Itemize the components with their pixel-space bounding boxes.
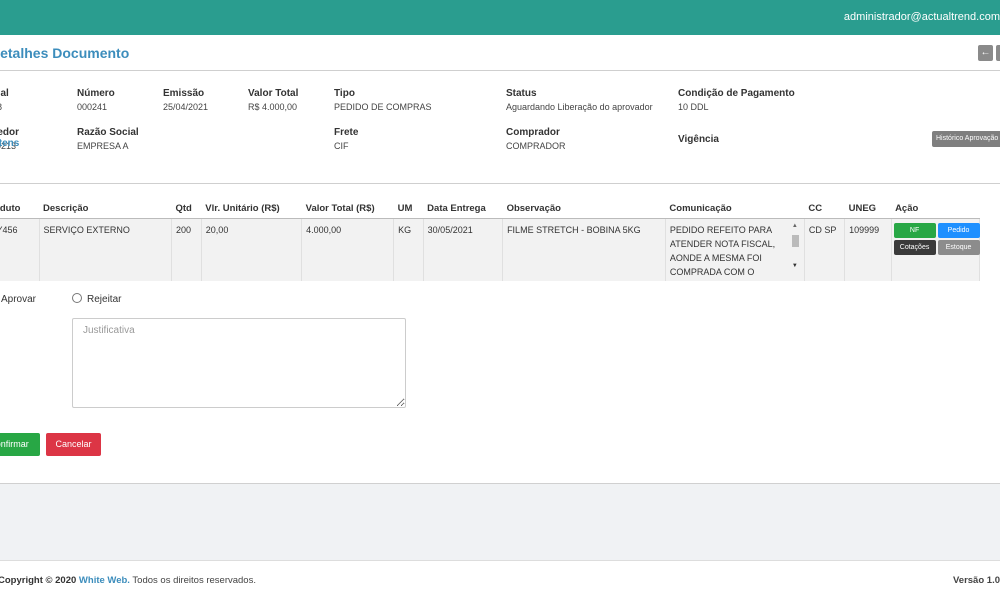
- tipo-value: PEDIDO DE COMPRAS: [334, 102, 432, 112]
- estoque-button[interactable]: Estoque: [937, 240, 980, 255]
- rejeitar-label: Rejeitar: [87, 294, 122, 305]
- aprovar-label: Aprovar: [1, 294, 37, 305]
- col-header-data-entrega: Data Entrega: [423, 198, 503, 219]
- comunicacao-text: PEDIDO REFEITO PARA ATENDER NOTA FISCAL,…: [669, 225, 776, 275]
- fornecedor-label: Fornecedor: [0, 127, 20, 138]
- numero-value: 000241: [77, 102, 108, 112]
- col-header-observacao: Observação: [502, 198, 666, 219]
- cell-valor-total: 4.000,00: [301, 218, 395, 281]
- comprador-label: Comprador: [506, 127, 560, 138]
- col-header-valor-total: Valor Total (R$): [301, 198, 394, 219]
- cell-vlr-unitario: 20,00: [201, 218, 303, 281]
- copyright-prefix: Copyright © 2020: [0, 575, 77, 586]
- valor-total-label: Valor Total: [248, 88, 299, 99]
- condicao-pagamento-value: 10 DDL: [678, 102, 709, 112]
- frete-label: Frete: [334, 127, 359, 138]
- pedido-button[interactable]: Pedido: [937, 223, 980, 238]
- vigencia-label: Vigência: [678, 134, 719, 145]
- arrow-left-icon: ←: [980, 47, 991, 58]
- cell-uneg: 109999: [844, 218, 892, 281]
- confirmar-button[interactable]: Confirmar: [0, 433, 40, 456]
- cancelar-button[interactable]: Cancelar: [46, 433, 101, 456]
- table-row: QTY456 SERVIÇO EXTERNO 200 20,00 4.000,0…: [0, 218, 981, 281]
- refresh-button[interactable]: ↻: [996, 45, 1000, 61]
- cell-data-entrega: 30/05/2021: [423, 218, 504, 281]
- filial-label: Filial: [0, 88, 9, 99]
- cell-acao: NF Pedido Cotações Estoque: [891, 218, 981, 281]
- user-email[interactable]: administrador@actualtrend.com: [844, 11, 1000, 23]
- cell-comunicacao[interactable]: PEDIDO REFEITO PARA ATENDER NOTA FISCAL,…: [665, 218, 805, 281]
- brand-link[interactable]: White Web.: [79, 575, 130, 586]
- rejeitar-radio[interactable]: Rejeitar: [72, 293, 121, 305]
- razao-social-value: EMPRESA A: [77, 141, 129, 151]
- scroll-down-icon[interactable]: ▼: [792, 263, 798, 269]
- rights-text: Todos os direitos reservados.: [132, 575, 256, 586]
- cell-um: KG: [393, 218, 424, 281]
- cell-qtd: 200: [171, 218, 202, 281]
- cotacoes-button[interactable]: Cotações: [893, 240, 936, 255]
- col-header-cc: CC: [804, 198, 845, 219]
- cell-descricao: SERVIÇO EXTERNO: [39, 218, 172, 281]
- divider: [0, 183, 1000, 184]
- justificativa-textarea[interactable]: [72, 318, 406, 408]
- cell-cc: CD SP: [804, 218, 846, 281]
- scroll-thumb[interactable]: [791, 235, 799, 247]
- status-label: Status: [506, 88, 537, 99]
- col-header-comunicacao: Comunicação: [665, 198, 805, 219]
- historico-aprovacao-button[interactable]: Histórico Aprovação: [932, 131, 1000, 147]
- aprovar-radio[interactable]: Aprovar: [0, 293, 36, 305]
- valor-total-value: R$ 4.000,00: [248, 102, 298, 112]
- razao-social-label: Razão Social: [77, 127, 139, 138]
- numero-label: Número: [77, 88, 115, 99]
- radio-circle[interactable]: [72, 293, 82, 303]
- divider: [0, 70, 1000, 71]
- col-header-qtd: Qtd: [171, 198, 202, 219]
- copyright-text: Copyright © 2020 White Web. Todos os dir…: [0, 575, 256, 586]
- itens-section-title: Itens: [0, 138, 20, 149]
- scroll-up-icon[interactable]: ▲: [792, 223, 798, 229]
- frete-value: CIF: [334, 141, 349, 151]
- filial-value: 08: [0, 102, 2, 112]
- col-header-uneg: UNEG: [844, 198, 892, 219]
- col-header-um: UM: [393, 198, 424, 219]
- col-header-acao: Ação: [891, 198, 980, 219]
- tipo-label: Tipo: [334, 88, 355, 99]
- emissao-value: 25/04/2021: [163, 102, 209, 112]
- nf-button[interactable]: NF: [893, 223, 936, 238]
- cell-observacao: FILME STRETCH - BOBINA 5KG: [502, 218, 666, 281]
- status-value: Aguardando Liberação do aprovador: [506, 102, 653, 112]
- comunicacao-scrollbar[interactable]: ▲ ▼: [791, 223, 800, 269]
- version-label: Versão 1.0: [952, 575, 1000, 586]
- page-title: Detalhes Documento: [0, 45, 130, 61]
- condicao-pagamento-label: Condição de Pagamento: [678, 88, 795, 99]
- comprador-value: COMPRADOR: [506, 141, 566, 151]
- back-button[interactable]: ←: [978, 45, 993, 61]
- emissao-label: Emissão: [163, 88, 205, 99]
- table-header-row: Produto Descrição Qtd Vlr. Unitário (R$)…: [0, 198, 980, 219]
- items-table: Produto Descrição Qtd Vlr. Unitário (R$)…: [0, 198, 981, 281]
- col-header-produto: Produto: [0, 198, 40, 219]
- cell-produto: QTY456: [0, 218, 40, 281]
- col-header-vlr-unitario: Vlr. Unitário (R$): [201, 198, 302, 219]
- col-header-descricao: Descrição: [39, 198, 172, 219]
- top-navbar: administrador@actualtrend.com: [0, 0, 1000, 35]
